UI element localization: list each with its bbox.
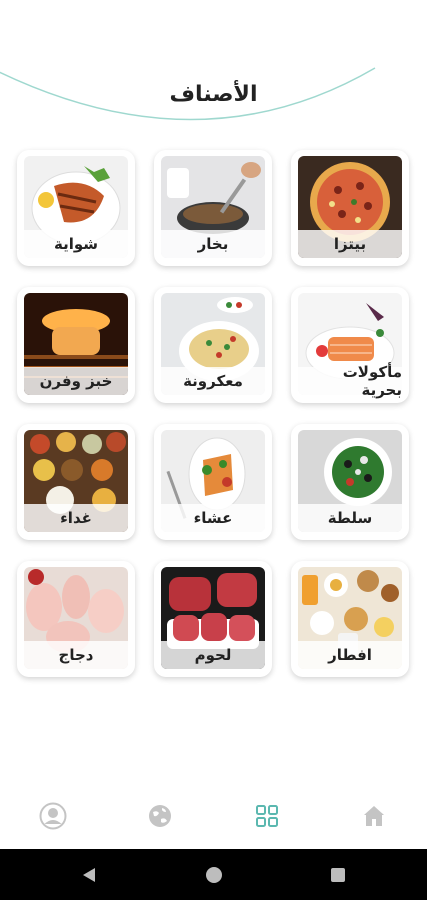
category-card-grill[interactable]: شواية: [17, 150, 135, 266]
recents-icon[interactable]: [326, 863, 350, 887]
category-card-dinner[interactable]: عشاء: [154, 424, 272, 540]
category-label: بخار: [161, 230, 265, 258]
bottom-navigation: [0, 790, 427, 844]
category-card-salad[interactable]: سلطة: [291, 424, 409, 540]
category-card-meat[interactable]: لحوم: [154, 561, 272, 677]
category-label: دجاج: [24, 641, 128, 669]
category-card-seafood[interactable]: مأكولات بحرية: [291, 287, 409, 403]
grid-icon[interactable]: [251, 800, 283, 832]
category-label: خبز وفرن: [24, 367, 128, 395]
home-button-icon[interactable]: [202, 863, 226, 887]
user-icon[interactable]: [37, 800, 69, 832]
system-navigation-bar: [0, 849, 427, 900]
category-card-lunch[interactable]: غداء: [17, 424, 135, 540]
home-icon[interactable]: [358, 800, 390, 832]
category-label: بيتزا: [298, 230, 402, 258]
category-label: افطار: [298, 641, 402, 669]
globe-icon[interactable]: [144, 800, 176, 832]
category-label: غداء: [24, 504, 128, 532]
category-card-steamed[interactable]: بخار: [154, 150, 272, 266]
category-card-pizza[interactable]: بيتزا: [291, 150, 409, 266]
category-label: سلطة: [298, 504, 402, 532]
header-arc-decoration: [0, 67, 376, 121]
category-card-bakery[interactable]: خبز وفرن: [17, 287, 135, 403]
category-label: مأكولات بحرية: [298, 363, 402, 399]
category-label: معكرونة: [161, 367, 265, 395]
categories-grid: بيتزا بخار شواية مأكولات بحرية معكرونة خ…: [15, 150, 415, 690]
page-title: الأصناف: [169, 82, 258, 107]
category-card-breakfast[interactable]: افطار: [291, 561, 409, 677]
category-label: عشاء: [161, 504, 265, 532]
category-card-chicken[interactable]: دجاج: [17, 561, 135, 677]
category-card-pasta[interactable]: معكرونة: [154, 287, 272, 403]
category-label: لحوم: [161, 641, 265, 669]
category-label: شواية: [24, 230, 128, 258]
back-icon[interactable]: [77, 863, 101, 887]
